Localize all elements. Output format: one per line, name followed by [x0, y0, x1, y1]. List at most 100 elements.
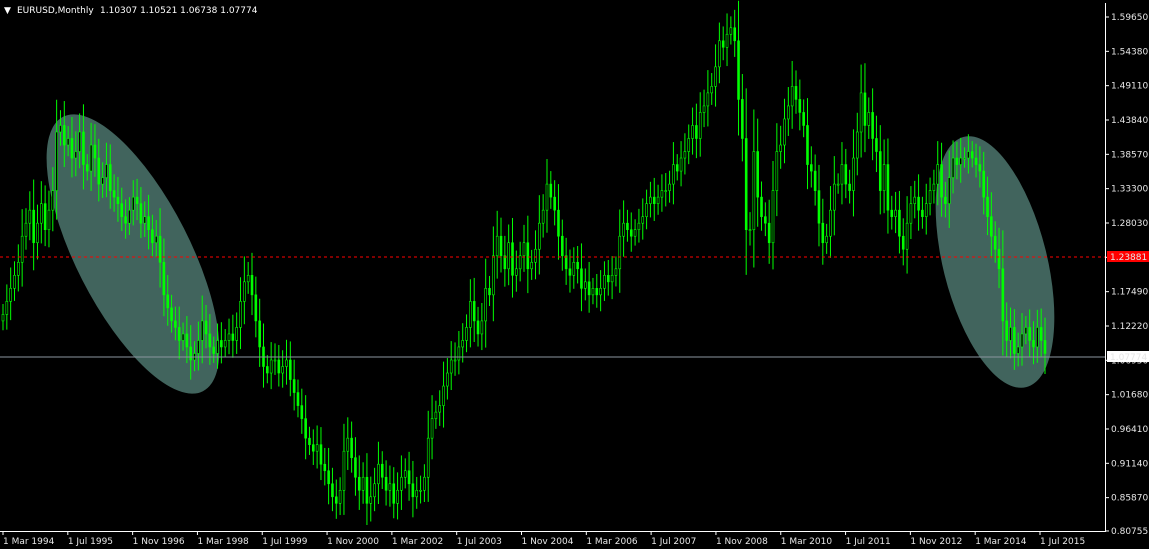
- candle-body: [384, 476, 388, 491]
- candle-body: [438, 405, 442, 413]
- candle-body: [499, 235, 503, 257]
- candle-body: [377, 463, 380, 485]
- candle-body: [1016, 346, 1020, 354]
- y-tick-label: 1.01680: [1111, 391, 1148, 401]
- price-chart[interactable]: 1.59650 1.54380 1.49110 1.43840 1.38570 1.333…: [0, 0, 1149, 549]
- candle-body: [756, 151, 759, 198]
- candle-body: [319, 444, 323, 465]
- candle-body: [289, 359, 292, 380]
- x-tick-label: 1 Jul 2007: [651, 537, 696, 547]
- candle-body: [85, 164, 89, 172]
- candle-body: [411, 483, 415, 498]
- candle-body: [285, 359, 288, 367]
- dashed-level-tag: 1.23881: [1107, 251, 1149, 263]
- candle-body: [890, 209, 894, 217]
- candle-body: [909, 203, 913, 224]
- candle-body: [112, 190, 116, 198]
- candle-body: [28, 209, 32, 224]
- x-tick-label: 1 Nov 1996: [133, 537, 185, 547]
- candle-body: [1009, 327, 1012, 341]
- candle-body: [810, 164, 813, 172]
- candle-body: [334, 496, 338, 504]
- candle-body: [269, 359, 273, 374]
- candle-body: [304, 418, 307, 439]
- candle-body: [526, 242, 530, 270]
- candle-body: [170, 307, 173, 322]
- candle-body: [323, 463, 327, 472]
- candle-body: [959, 157, 963, 165]
- candle-body: [545, 183, 549, 211]
- y-tick-label: 1.59650: [1111, 13, 1148, 23]
- candle-body: [430, 418, 434, 439]
- x-tick-label: 1 Mar 2014: [975, 537, 1027, 547]
- candle-body: [783, 118, 786, 146]
- candle-body: [744, 138, 748, 231]
- candle-body: [1001, 268, 1005, 322]
- candle-body: [633, 229, 637, 237]
- candle-body: [963, 157, 966, 160]
- candle-body: [993, 235, 997, 250]
- candle-body: [775, 151, 779, 191]
- candle-body: [143, 216, 147, 224]
- candle-body: [1028, 327, 1031, 341]
- candle-body: [599, 288, 602, 296]
- x-tick-label: 1 Jul 2011: [846, 537, 891, 547]
- header-dropdown-icon[interactable]: ▼: [4, 6, 11, 16]
- dashed-level-label: 1.23881: [1110, 253, 1147, 263]
- candle-body: [675, 164, 679, 172]
- candle-body: [32, 209, 35, 244]
- candle-body: [997, 248, 1001, 270]
- candle-body: [790, 86, 794, 107]
- candle-body: [982, 170, 986, 198]
- candle-body: [610, 275, 614, 283]
- candle-body: [461, 340, 465, 348]
- candle-body: [1013, 327, 1016, 354]
- candle-body: [235, 327, 238, 341]
- candle-body: [13, 275, 16, 289]
- candle-body: [331, 483, 334, 498]
- candle-body: [239, 301, 242, 328]
- candle-body: [855, 131, 859, 159]
- candle-body: [813, 170, 817, 191]
- candle-body: [576, 261, 579, 270]
- candle-body: [825, 235, 828, 244]
- candle-body: [449, 359, 453, 374]
- candle-body: [1032, 340, 1035, 348]
- candle-body: [580, 268, 583, 289]
- candle-body: [894, 209, 897, 217]
- candle-body: [40, 203, 43, 224]
- candle-body: [189, 346, 193, 361]
- candle-body: [1039, 327, 1043, 341]
- candle-body: [423, 476, 426, 491]
- candle-body: [1043, 340, 1047, 354]
- candle-body: [698, 112, 702, 139]
- candle-body: [679, 157, 683, 172]
- candle-body: [17, 261, 20, 276]
- candle-body: [729, 27, 733, 35]
- chart-header[interactable]: ▼ EURUSD,Monthly 1.10307 1.10521 1.06738…: [4, 6, 258, 16]
- candle-body: [875, 138, 878, 152]
- candle-body: [59, 125, 62, 133]
- candle-body: [315, 444, 319, 452]
- candle-body: [250, 275, 254, 296]
- candle-body: [760, 196, 763, 217]
- candle-body: [737, 40, 740, 100]
- candle-body: [300, 405, 304, 419]
- candle-body: [392, 483, 396, 504]
- candle-body: [415, 489, 419, 498]
- candle-body: [936, 164, 940, 185]
- candle-body: [748, 229, 752, 232]
- candle-body: [55, 131, 58, 191]
- candle-body: [978, 164, 982, 172]
- candle-body: [549, 183, 553, 198]
- current-price-label: 1.07774: [1110, 353, 1147, 363]
- candle-body: [292, 379, 296, 393]
- candle-body: [158, 235, 162, 263]
- candle-body: [174, 320, 177, 328]
- candle-body: [495, 235, 499, 257]
- candle-body: [706, 92, 710, 107]
- candle-body: [955, 157, 959, 165]
- candle-body: [62, 125, 66, 146]
- x-tick-label: 1 Jul 1995: [68, 537, 113, 547]
- candle-body: [446, 372, 449, 387]
